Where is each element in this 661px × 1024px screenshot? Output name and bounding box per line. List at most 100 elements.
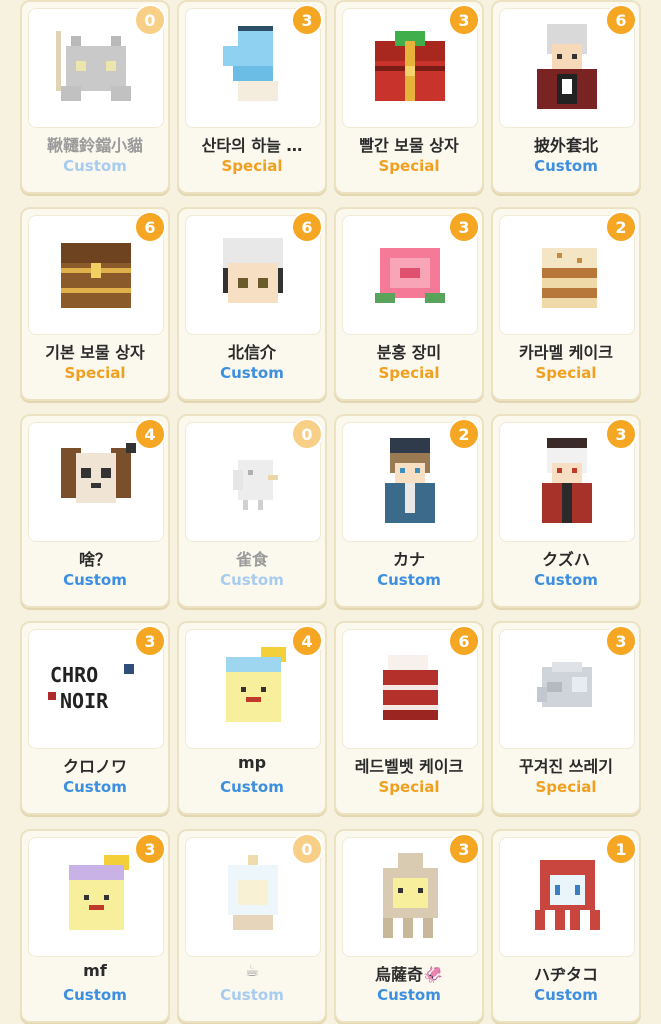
item-type-label: Special xyxy=(378,157,440,175)
count-badge: 1 xyxy=(605,833,637,865)
item-card[interactable]: 6 레드벨벳 케이크 Special xyxy=(334,621,484,815)
item-card[interactable]: 2 카라멜 케이크 Special xyxy=(491,207,641,401)
item-name: 기본 보물 상자 xyxy=(45,343,145,362)
crowned-blob-blue-icon xyxy=(211,642,296,736)
item-card[interactable]: 3 분홍 장미 Special xyxy=(334,207,484,401)
count-badge: 3 xyxy=(448,833,480,865)
item-name: 빨간 보물 상자 xyxy=(359,136,459,155)
item-type-label: Special xyxy=(378,778,440,796)
snow-globe-icon xyxy=(213,850,293,944)
item-card[interactable]: 4 啥？ Custom xyxy=(20,414,170,608)
crowned-blob-purple-icon xyxy=(54,850,139,944)
count-badge: 4 xyxy=(291,625,323,657)
count-badge: 3 xyxy=(291,4,323,36)
gray-cat-icon xyxy=(51,21,141,115)
item-card[interactable]: 0 雀食 Custom xyxy=(177,414,327,608)
item-name: 北信介 xyxy=(227,343,276,362)
count-badge: 6 xyxy=(605,4,637,36)
item-card[interactable]: 6 기본 보물 상자 Special xyxy=(20,207,170,401)
white-bird-icon xyxy=(213,440,293,524)
count-badge: 6 xyxy=(291,211,323,243)
item-name: ハヂタコ xyxy=(533,965,598,984)
item-name: 啥？ xyxy=(78,550,111,569)
item-name: 카라멜 케이크 xyxy=(519,343,613,362)
red-treasure-chest-icon xyxy=(365,26,455,110)
caramel-cake-icon xyxy=(527,228,607,322)
count-badge: 3 xyxy=(134,625,166,657)
count-badge: 0 xyxy=(291,418,323,450)
wooden-treasure-chest-icon xyxy=(51,233,141,317)
item-type-label: Special xyxy=(221,157,283,175)
item-name: 꾸겨진 쓰레기 xyxy=(519,757,613,776)
item-type-label: Custom xyxy=(220,364,284,382)
item-card[interactable]: 3 クズハ Custom xyxy=(491,414,641,608)
item-name: 레드벨벳 케이크 xyxy=(354,757,464,776)
item-card[interactable]: 6 披外套北 Custom xyxy=(491,0,641,194)
item-card[interactable]: 3 산타의 하늘 … Special xyxy=(177,0,327,194)
item-type-label: Special xyxy=(535,778,597,796)
svg-text:NOIR: NOIR xyxy=(60,689,109,713)
octopus-hood-icon xyxy=(525,850,610,944)
count-badge: 3 xyxy=(605,418,637,450)
item-name: mf xyxy=(83,961,107,980)
item-name: 烏薩奇🦑 xyxy=(375,965,443,984)
count-badge: 3 xyxy=(448,4,480,36)
item-type-label: Custom xyxy=(63,778,127,796)
item-card[interactable]: 4 mp Custom xyxy=(177,621,327,815)
count-badge: 6 xyxy=(134,211,166,243)
item-card[interactable]: 0 ☕ Custom xyxy=(177,829,327,1023)
item-name: 분홍 장미 xyxy=(376,343,442,362)
count-badge: 3 xyxy=(134,833,166,865)
item-name: 雀食 xyxy=(235,550,268,569)
item-card[interactable]: 1 ハヂタコ Custom xyxy=(491,829,641,1023)
white-hair-face-icon xyxy=(208,228,298,322)
item-grid: 0 鞦韆鈴鐺小貓 Custom 3 산타의 하늘 … Special 3 빨간 보물 상자 Sp… xyxy=(0,0,661,1024)
item-card[interactable]: 3 mf Custom xyxy=(20,829,170,1023)
item-type-label: Special xyxy=(535,364,597,382)
item-card[interactable]: CHRO NOIR 3 クロノワ Custom xyxy=(20,621,170,815)
count-badge: 3 xyxy=(605,625,637,657)
item-name: 鞦韆鈴鐺小貓 xyxy=(46,136,143,155)
svg-text:CHRO: CHRO xyxy=(50,663,98,687)
squid-hood-icon xyxy=(368,848,453,947)
item-name: 산타의 하늘 … xyxy=(201,136,303,155)
count-badge: 0 xyxy=(134,4,166,36)
item-name: クロノワ xyxy=(62,757,127,776)
item-card[interactable]: 3 빨간 보물 상자 Special xyxy=(334,0,484,194)
crumpled-paper-icon xyxy=(527,652,607,726)
red-velvet-cake-icon xyxy=(368,645,453,734)
item-card[interactable]: 0 鞦韆鈴鐺小貓 Custom xyxy=(20,0,170,194)
blue-mitten-icon xyxy=(213,21,293,115)
item-type-label: Custom xyxy=(220,571,284,589)
count-badge: 2 xyxy=(448,418,480,450)
item-type-label: Custom xyxy=(63,157,127,175)
item-type-label: Custom xyxy=(220,778,284,796)
item-card[interactable]: 2 カナ Custom xyxy=(334,414,484,608)
count-badge: 4 xyxy=(134,418,166,450)
item-type-label: Custom xyxy=(534,157,598,175)
chro-noir-text-icon: CHRO NOIR xyxy=(46,652,146,726)
item-card[interactable]: 3 꾸겨진 쓰레기 Special xyxy=(491,621,641,815)
item-type-label: Custom xyxy=(63,571,127,589)
item-name: ☕ xyxy=(244,961,260,980)
boy-beanie-icon xyxy=(370,433,450,532)
white-hair-red-coat-icon xyxy=(527,433,607,532)
item-type-label: Custom xyxy=(377,571,441,589)
pink-rose-icon xyxy=(365,233,455,317)
count-badge: 6 xyxy=(448,625,480,657)
white-hair-boy-icon xyxy=(527,19,607,118)
count-badge: 3 xyxy=(448,211,480,243)
item-name: mp xyxy=(237,753,267,772)
item-name: カナ xyxy=(392,550,425,569)
item-type-label: Custom xyxy=(534,986,598,1004)
item-type-label: Special xyxy=(64,364,126,382)
item-type-label: Custom xyxy=(220,986,284,1004)
item-name: クズハ xyxy=(542,550,590,569)
brown-dog-icon xyxy=(51,438,141,527)
item-type-label: Custom xyxy=(534,571,598,589)
item-type-label: Custom xyxy=(377,986,441,1004)
item-type-label: Custom xyxy=(63,986,127,1004)
count-badge: 0 xyxy=(291,833,323,865)
item-card[interactable]: 6 北信介 Custom xyxy=(177,207,327,401)
item-card[interactable]: 3 烏薩奇🦑 Custom xyxy=(334,829,484,1023)
